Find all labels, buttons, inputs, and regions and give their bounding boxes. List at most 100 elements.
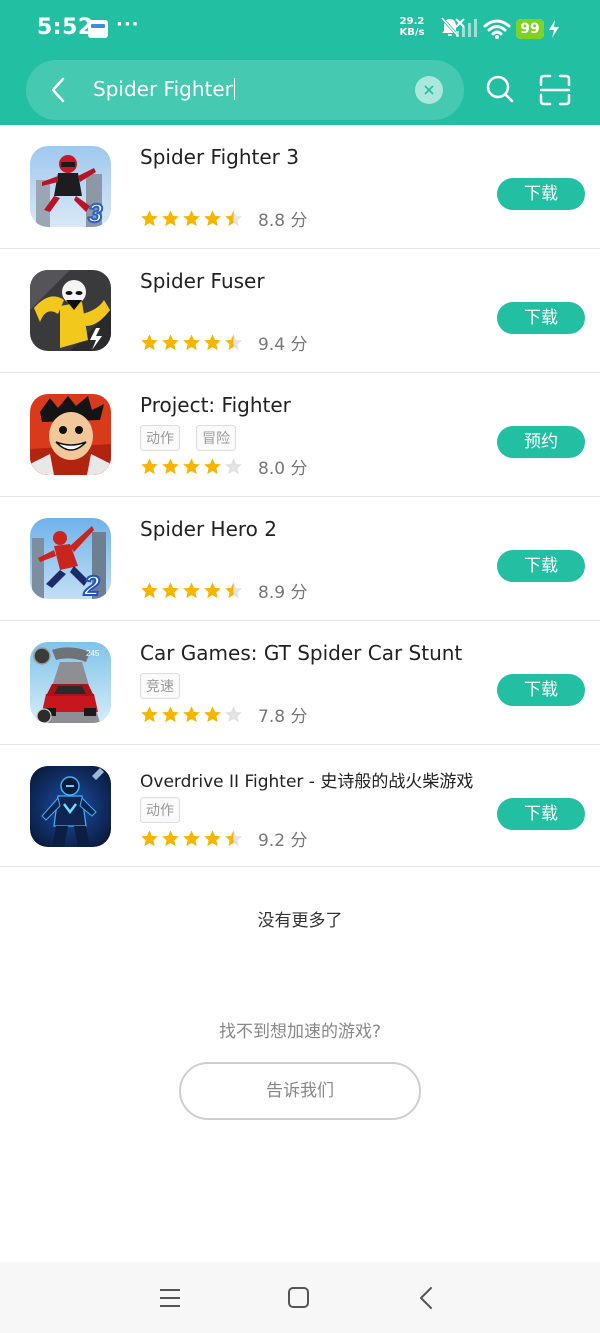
star-rating (140, 333, 245, 352)
download-button[interactable]: 下载 (497, 302, 585, 334)
car-games-app-icon: 245 (30, 642, 111, 723)
network-speed-unit: KB/s (399, 27, 425, 38)
app-tags: 动作 冒险 (140, 425, 247, 451)
app-rating: 9.4 分 (140, 330, 307, 355)
svg-text:3: 3 (88, 198, 103, 227)
star-full-icon (141, 210, 158, 227)
status-bar: 5:52 ··· 29.2 KB/s 99 (0, 0, 600, 56)
genre-tag: 动作 (140, 797, 180, 823)
header: 5:52 ··· 29.2 KB/s 99 Spider Fighter (0, 0, 600, 125)
clear-search-button[interactable] (415, 76, 443, 104)
star-full-icon (162, 334, 179, 351)
search-bar[interactable]: Spider Fighter (26, 60, 464, 120)
star-rating (140, 705, 245, 724)
list-item[interactable]: 245 Car Games: GT Spider Car Stunt 竞速 7.… (0, 621, 600, 745)
app-name: Project: Fighter (140, 393, 291, 417)
notification-app-icon (88, 20, 108, 38)
star-half-icon (225, 830, 242, 847)
svg-text:2: 2 (83, 570, 100, 599)
star-full-icon (141, 334, 158, 351)
app-score: 8.9 分 (258, 583, 308, 603)
spider-fuser-app-icon (30, 270, 111, 351)
star-full-icon (183, 458, 200, 475)
app-name: Spider Fighter 3 (140, 145, 299, 169)
list-item[interactable]: Spider Fuser 9.4 分 下载 (0, 249, 600, 373)
list-item[interactable]: Project: Fighter 动作 冒险 8.0 分 预约 (0, 373, 600, 497)
spider-hero-2-app-icon: 2 (30, 518, 111, 599)
star-full-icon (204, 210, 221, 227)
battery-level: 99 (520, 21, 540, 37)
star-half-icon (225, 334, 242, 351)
star-full-icon (204, 458, 221, 475)
app-name: Overdrive II Fighter - 史诗般的战火柴游戏 (140, 772, 474, 792)
star-full-icon (204, 334, 221, 351)
project-fighter-app-icon (30, 394, 111, 475)
list-item[interactable]: 2 Spider Hero 2 8.9 分 下载 (0, 497, 600, 621)
app-score: 8.0 分 (258, 459, 308, 479)
app-name: Spider Hero 2 (140, 517, 277, 541)
back-arrow-icon[interactable] (44, 75, 74, 105)
star-full-icon (162, 706, 179, 723)
star-empty-icon (225, 458, 242, 475)
star-rating (140, 581, 245, 600)
app-rating: 7.8 分 (140, 702, 307, 727)
star-full-icon (204, 582, 221, 599)
genre-tag: 动作 (140, 425, 180, 451)
search-query: Spider Fighter (93, 77, 233, 101)
app-tags: 竞速 (140, 673, 191, 699)
download-button[interactable]: 下载 (497, 550, 585, 582)
app-name: Spider Fuser (140, 269, 265, 293)
battery-indicator: 99 (516, 19, 544, 39)
reserve-button[interactable]: 预约 (497, 426, 585, 458)
genre-tag: 冒险 (196, 425, 237, 451)
star-full-icon (183, 830, 200, 847)
star-full-icon (141, 830, 158, 847)
app-rating: 9.2 分 (140, 826, 307, 851)
more-notifications-icon: ··· (116, 14, 140, 35)
app-score: 7.8 分 (258, 707, 308, 727)
genre-tag: 竞速 (140, 673, 180, 699)
star-full-icon (183, 706, 200, 723)
star-full-icon (162, 582, 179, 599)
app-rating: 8.0 分 (140, 454, 307, 479)
app-name: Car Games: GT Spider Car Stunt (140, 641, 463, 665)
search-input[interactable]: Spider Fighter (93, 77, 235, 101)
svg-text:245: 245 (86, 649, 100, 658)
star-empty-icon (225, 706, 242, 723)
star-full-icon (183, 334, 200, 351)
star-rating (140, 209, 245, 228)
home-icon[interactable] (287, 1287, 311, 1309)
menu-icon[interactable] (158, 1287, 182, 1309)
star-full-icon (162, 210, 179, 227)
search-results-list: 3 Spider Fighter 3 8.8 分 下载 Spider Fuser (0, 125, 600, 867)
scan-icon[interactable] (539, 74, 571, 106)
back-icon[interactable] (416, 1285, 436, 1311)
app-score: 9.4 分 (258, 335, 308, 355)
tell-us-button[interactable]: 告诉我们 (179, 1062, 421, 1120)
overdrive-ii-fighter-app-icon (30, 766, 111, 847)
app-score: 8.8 分 (258, 211, 308, 231)
star-half-icon (225, 582, 242, 599)
app-rating: 8.9 分 (140, 578, 307, 603)
star-full-icon (162, 830, 179, 847)
network-speed: 29.2 KB/s (395, 16, 429, 38)
wifi-icon (483, 19, 511, 39)
star-full-icon (141, 458, 158, 475)
status-time: 5:52 (37, 15, 94, 40)
charging-icon (549, 20, 559, 38)
star-full-icon (162, 458, 179, 475)
close-icon (424, 85, 434, 95)
list-item[interactable]: 3 Spider Fighter 3 8.8 分 下载 (0, 125, 600, 249)
download-button[interactable]: 下载 (497, 178, 585, 210)
list-item[interactable]: Overdrive II Fighter - 史诗般的战火柴游戏 动作 9.2 … (0, 745, 600, 867)
star-rating (140, 457, 245, 476)
download-button[interactable]: 下载 (497, 674, 585, 706)
app-rating: 8.8 分 (140, 206, 307, 231)
download-button[interactable]: 下载 (497, 798, 585, 830)
no-more-results-text: 没有更多了 (257, 911, 343, 931)
signal-icon (455, 18, 477, 37)
star-full-icon (204, 830, 221, 847)
search-icon[interactable] (485, 74, 515, 104)
network-speed-value: 29.2 (399, 16, 425, 27)
star-full-icon (183, 210, 200, 227)
